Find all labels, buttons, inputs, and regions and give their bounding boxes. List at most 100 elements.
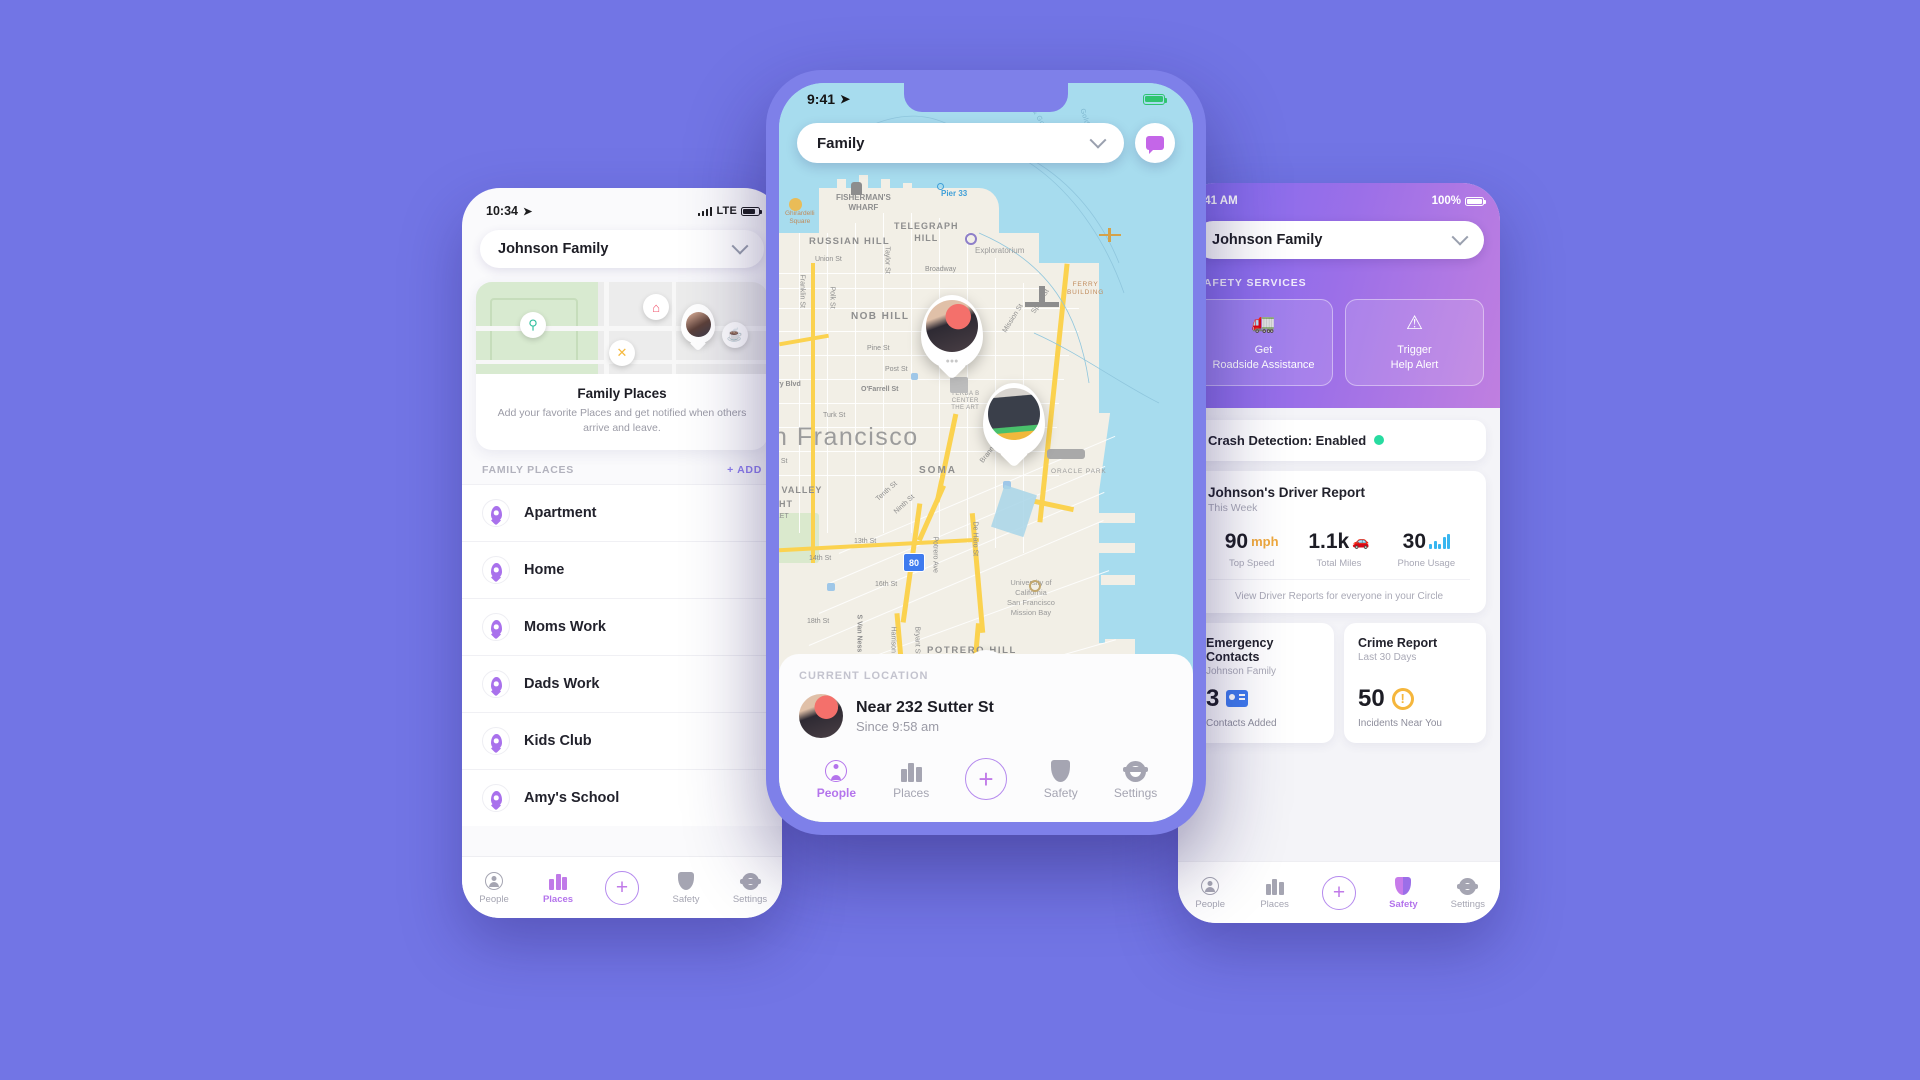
crash-detection-row[interactable]: Crash Detection: Enabled [1192,419,1486,461]
driver-report-footer-link[interactable]: View Driver Reports for everyone in your… [1208,578,1470,613]
contacts-icon [1226,690,1249,708]
tab-label: People [1195,898,1225,910]
transit-marker [827,583,835,591]
family-places-section-header: FAMILY PLACES + ADD [462,450,782,484]
left-status-carrier: LTE [716,205,737,217]
street-label: Potrero Ave [931,536,939,573]
stat-label: Total Miles [1316,557,1362,569]
crime-report-card[interactable]: Crime Report Last 30 Days 50 ! Incidents… [1344,622,1486,743]
stat-top-speed: 90 mph Top Speed [1208,530,1295,569]
sidebar-item-safety[interactable]: Safety [1023,758,1098,800]
messages-button[interactable] [1135,123,1175,163]
roadside-assistance-button[interactable]: 🚛 Get Roadside Assistance [1194,299,1333,386]
sidebar-item-settings[interactable]: Settings [1436,876,1500,910]
list-item[interactable]: Apartment [462,484,782,542]
stat-value: 1.1k [1308,529,1350,553]
tab-label: Settings [732,893,768,905]
summary-cards-row: Emergency Contacts Johnson Family 3 Cont… [1192,622,1486,743]
circle-selector[interactable]: Family [797,123,1124,163]
map-pin-icon [482,499,510,528]
list-item[interactable]: Dads Work [462,655,782,713]
street-label: h St [779,458,788,465]
help-alert-button[interactable]: ⚠ Trigger Help Alert [1345,299,1484,386]
map-poi-label: Ghirardelli Square [785,210,815,225]
coffee-pin[interactable]: ☕ [722,322,748,348]
highway-shield-80: 80 [903,553,925,572]
list-item[interactable]: Kids Club [462,712,782,770]
avatar [926,300,978,352]
list-item[interactable]: Home [462,541,782,599]
promo-mini-map: ⚲ ⌂ ✕ ☕ [476,282,768,374]
sidebar-item-places[interactable]: Places [874,758,949,800]
map-poi-label: FERRY BUILDING [1067,281,1105,296]
circle-name: Family [817,134,865,152]
tow-truck-icon: 🚛 [1251,313,1276,334]
tab-label: Places [1260,898,1289,910]
circle-name: Johnson Family [1212,232,1323,248]
center-top-controls: Family [779,123,1193,163]
place-label: Kids Club [524,733,592,750]
street-label: Bryant St [913,626,921,656]
add-button[interactable]: + [590,870,654,905]
poi-marker[interactable] [965,233,977,245]
list-item[interactable]: Amy's School [462,769,782,827]
sidebar-item-places[interactable]: Places [1242,876,1306,910]
home-pin[interactable]: ⌂ [643,294,669,320]
add-place-button[interactable]: + ADD [727,464,762,476]
battery-percent: 100% [1431,195,1461,207]
shield-icon [1395,876,1412,895]
sidebar-item-settings[interactable]: Settings [718,871,782,905]
list-item[interactable]: Moms Work [462,598,782,656]
places-list: Apartment Home Moms Work Dads Work Kids … [462,484,782,827]
family-places-promo-card[interactable]: ⚲ ⌂ ✕ ☕ Family Places Add your favorite … [476,282,768,451]
signal-bars-icon [697,206,713,216]
circle-selector[interactable]: Johnson Family [1194,221,1484,259]
poi-marker[interactable] [937,183,944,190]
driver-report-card[interactable]: Johnson's Driver Report This Week 90 mph… [1192,470,1486,613]
current-location-row[interactable]: Near 232 Sutter St Since 9:58 am [799,694,1173,738]
street-label: 14th St [809,555,832,562]
restaurant-pin[interactable]: ✕ [609,340,635,366]
card-subtitle: Last 30 Days [1358,651,1417,663]
place-label: Amy's School [524,790,620,807]
add-button[interactable]: + [949,758,1024,800]
current-location-since: Since 9:58 am [856,718,940,734]
safety-body: Crash Detection: Enabled Johnson's Drive… [1178,408,1500,743]
sidebar-item-people[interactable]: People [462,871,526,905]
sidebar-item-safety[interactable]: Safety [654,871,718,905]
member-avatar-pin[interactable] [681,304,715,344]
map-area-label: TELEGRAPH HILL [894,221,959,243]
sidebar-item-people[interactable]: People [799,758,874,800]
chevron-down-icon [1451,228,1469,246]
people-icon [485,871,503,890]
right-phone-mockup: 9:41 AM 100% Johnson Family SAFETY SERVI… [1178,183,1500,923]
location-arrow-icon: ➤ [840,92,851,106]
right-status-bar: 9:41 AM 100% [1194,195,1486,207]
car-icon: 🚗 [1352,533,1370,550]
street-label: Polk St [828,286,836,309]
shield-badge-icon: ●●● [945,358,959,365]
sidebar-item-people[interactable]: People [1178,876,1242,910]
crash-detection-label: Crash Detection: Enabled [1208,432,1367,448]
park-pin[interactable]: ⚲ [520,312,546,338]
map-poi-label: Exploratorium [975,246,1025,255]
sidebar-item-places[interactable]: Places [526,871,590,905]
driver-report-title: Johnson's Driver Report [1208,484,1365,500]
left-phone-mockup: 10:34 ➤ LTE Johnson Family ⚲ ⌂ ✕ ☕ Famil… [462,188,782,918]
add-button[interactable]: + [1307,875,1371,910]
member-avatar-pin[interactable]: ●●● [921,295,983,369]
card-value: 50 [1358,684,1385,712]
gear-icon [1123,761,1149,782]
circle-name: Johnson Family [498,241,609,257]
left-tab-bar: People Places + Safety Settings [462,856,782,918]
warning-circle-icon: ! [1391,687,1414,710]
poi-marker[interactable] [1029,580,1041,592]
circle-selector[interactable]: Johnson Family [480,230,764,268]
poi-marker[interactable] [789,198,802,211]
places-icon [549,873,567,890]
sidebar-item-safety[interactable]: Safety [1371,876,1435,910]
emergency-contacts-card[interactable]: Emergency Contacts Johnson Family 3 Cont… [1192,622,1334,743]
map-area-label: S VALLEYGHT [779,485,823,510]
member-avatar-pin[interactable] [983,383,1045,457]
sidebar-item-settings[interactable]: Settings [1098,758,1173,800]
